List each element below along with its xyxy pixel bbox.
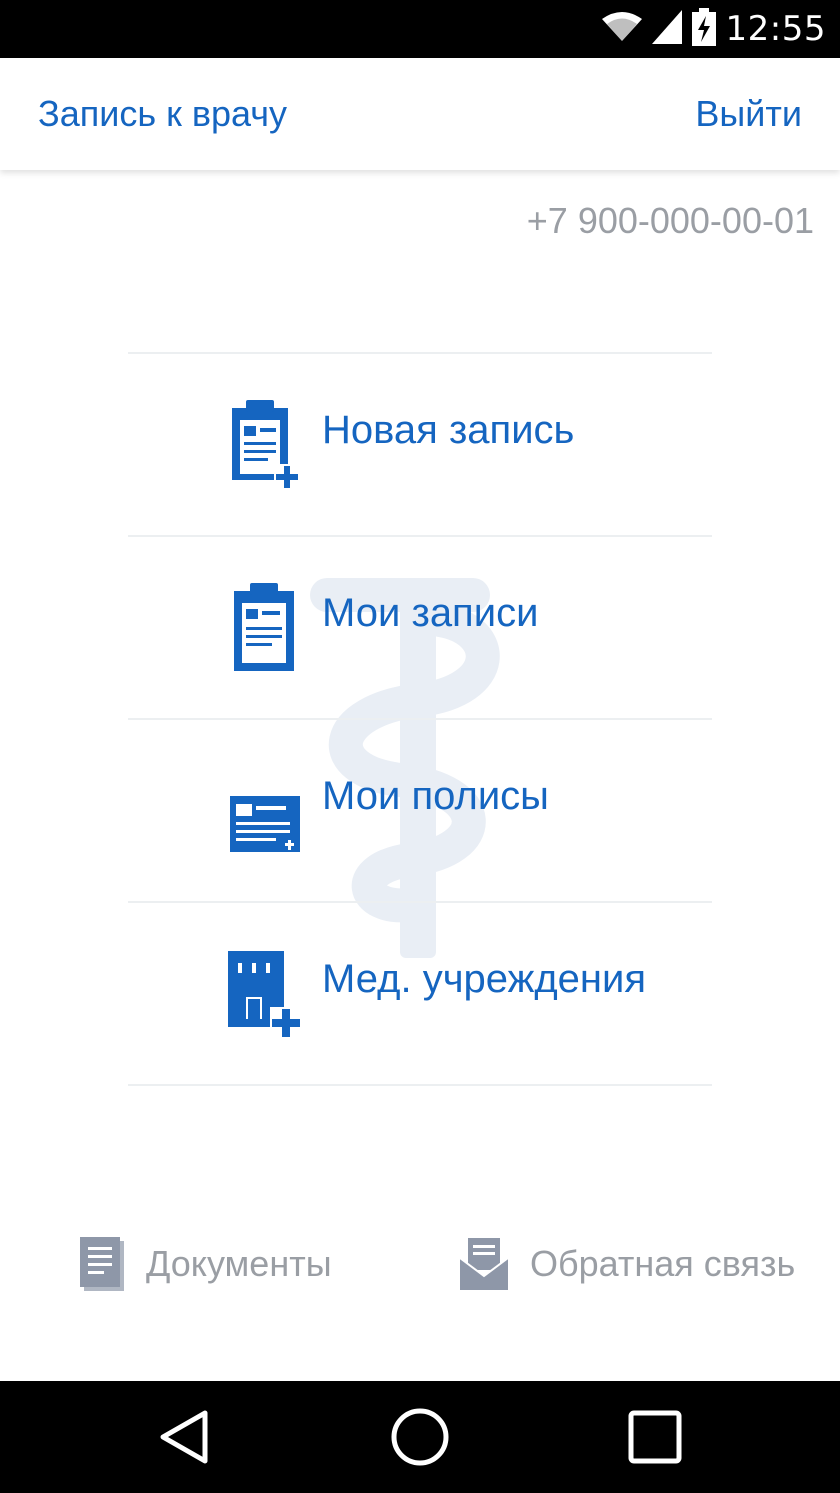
menu-item-my-appointments[interactable]: Мои записи xyxy=(128,535,712,718)
menu-item-label: Мед. учреждения xyxy=(322,957,647,1001)
hospital-building-icon xyxy=(228,951,302,1039)
mail-letter-icon xyxy=(460,1238,508,1290)
menu-item-label: Мои полисы xyxy=(322,774,549,818)
menu-item-label: Мои записи xyxy=(322,591,539,635)
home-button[interactable] xyxy=(390,1407,450,1467)
battery-charging-icon xyxy=(691,7,716,51)
account-phone: +7 900-000-00-01 xyxy=(526,200,814,241)
policy-card-icon xyxy=(230,796,300,852)
home-icon xyxy=(391,1408,449,1466)
footer-links: Документы Обратная связь xyxy=(0,1232,840,1296)
feedback-label: Обратная связь xyxy=(530,1243,796,1284)
document-icon xyxy=(80,1237,124,1291)
menu-item-medical-facilities[interactable]: Мед. учреждения xyxy=(128,901,712,1086)
menu-item-my-policies[interactable]: Мои полисы xyxy=(128,718,712,901)
recents-icon xyxy=(628,1410,682,1464)
clipboard-icon xyxy=(234,583,294,671)
back-button[interactable] xyxy=(155,1407,215,1467)
wifi-icon xyxy=(601,11,642,48)
cell-signal-icon xyxy=(651,9,682,49)
documents-button[interactable]: Документы xyxy=(80,1232,332,1296)
main-menu: Новая запись Мои записи Мои полисы Мед. … xyxy=(128,352,712,1086)
recents-button[interactable] xyxy=(625,1407,685,1467)
status-bar: 12:55 xyxy=(0,0,840,58)
page-title: Запись к врачу xyxy=(38,93,288,134)
menu-item-label: Новая запись xyxy=(322,408,575,452)
menu-item-new-appointment[interactable]: Новая запись xyxy=(128,352,712,535)
logout-button[interactable]: Выйти xyxy=(695,58,802,170)
status-icons: 12:55 xyxy=(601,7,826,51)
status-time: 12:55 xyxy=(725,9,826,49)
feedback-button[interactable]: Обратная связь xyxy=(460,1232,795,1296)
back-icon xyxy=(160,1410,208,1464)
app-bar: Запись к врачу Выйти xyxy=(0,58,840,170)
documents-label: Документы xyxy=(146,1243,332,1284)
clipboard-plus-icon xyxy=(232,400,300,490)
system-nav-bar xyxy=(0,1381,840,1493)
